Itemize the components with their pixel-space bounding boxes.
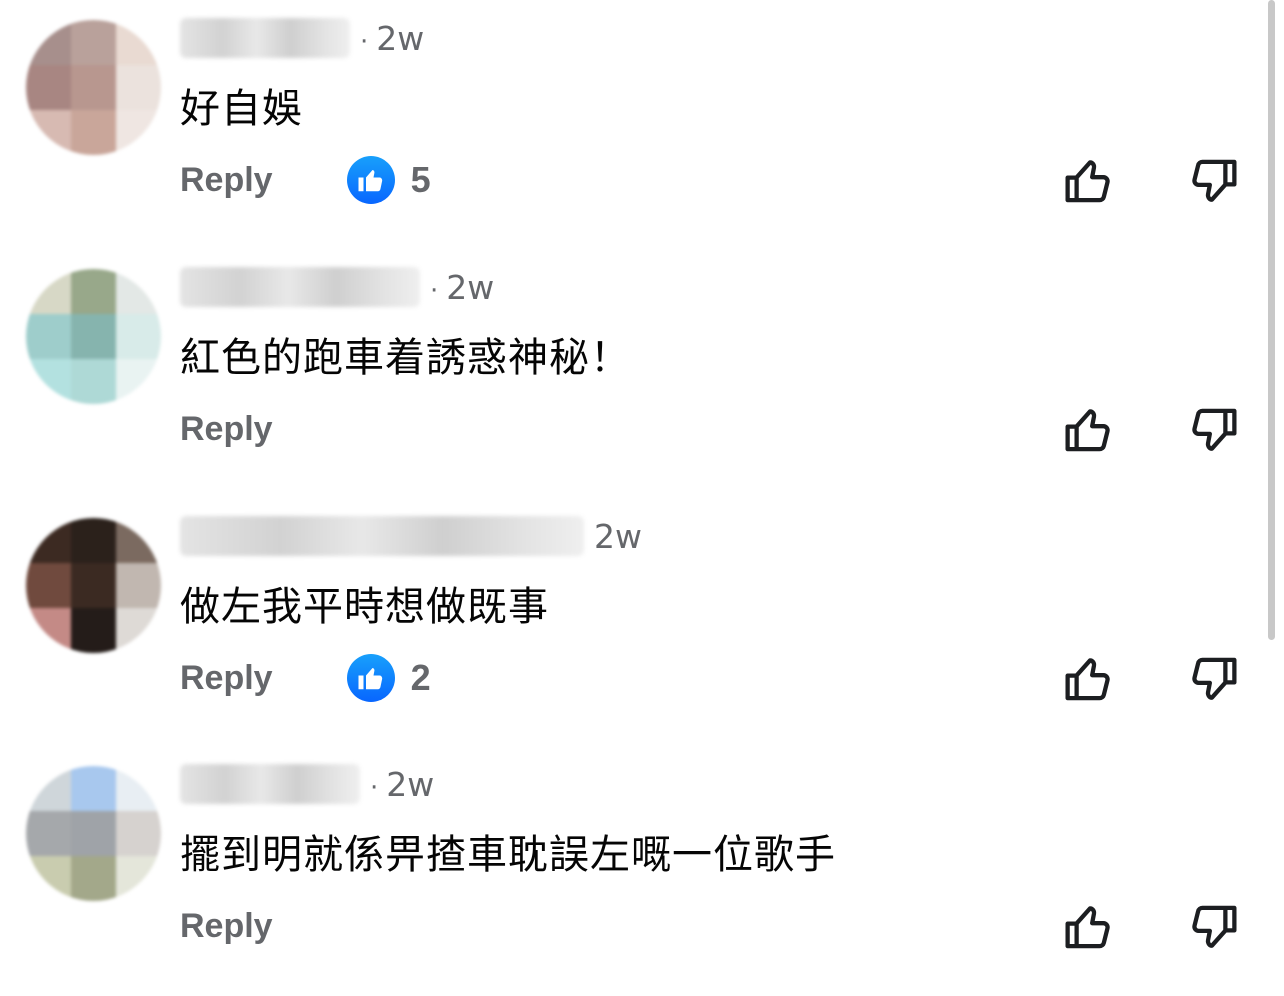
comment-actions: Reply 2 — [180, 648, 431, 708]
avatar-pixel — [26, 269, 71, 314]
reply-button[interactable]: Reply — [180, 907, 273, 946]
scrollbar[interactable] — [1268, 0, 1275, 640]
avatar-pixel — [116, 563, 161, 608]
avatar-pixel — [71, 608, 116, 653]
like-reaction-icon — [346, 654, 395, 702]
comment-header: · 2w — [180, 756, 434, 812]
avatar-pixel — [71, 20, 116, 65]
avatar-pixel — [71, 518, 116, 563]
avatar-pixel — [26, 766, 71, 811]
avatar[interactable] — [26, 518, 161, 653]
author-name-redacted[interactable] — [180, 267, 420, 307]
thumbs-up-icon[interactable] — [1062, 154, 1116, 208]
avatar[interactable] — [26, 269, 161, 404]
avatar-pixel — [26, 110, 71, 155]
comment-text: 做左我平時想做既事 — [180, 584, 549, 630]
avatar-pixel — [116, 110, 161, 155]
avatar[interactable] — [26, 766, 161, 901]
avatar-pixel — [116, 314, 161, 359]
timestamp[interactable]: · 2w — [370, 765, 434, 804]
author-name-redacted[interactable] — [180, 516, 584, 556]
avatar-pixel — [71, 811, 116, 856]
author-name-redacted[interactable] — [180, 764, 360, 804]
avatar-pixel — [71, 563, 116, 608]
thumbs-down-icon[interactable] — [1186, 900, 1240, 954]
comment-text: 擺到明就係畀揸車耽誤左嘅一位歌手 — [180, 832, 836, 878]
comment-header: · 2w — [180, 10, 424, 66]
thumbs-up-icon[interactable] — [1062, 403, 1116, 457]
avatar-pixel — [71, 359, 116, 404]
avatar-pixel — [26, 20, 71, 65]
reaction-count: 2 — [410, 657, 431, 698]
avatar-pixel — [116, 856, 161, 901]
reaction-summary[interactable]: 2 — [346, 654, 431, 702]
avatar-pixel — [116, 359, 161, 404]
thumbs-down-icon[interactable] — [1186, 652, 1240, 706]
avatar-pixel — [26, 359, 71, 404]
thumbs-up-icon[interactable] — [1062, 900, 1116, 954]
avatar-pixel — [26, 811, 71, 856]
like-reaction-icon — [346, 156, 395, 204]
reaction-summary[interactable]: 5 — [346, 156, 431, 204]
timestamp[interactable]: 2w — [594, 517, 642, 556]
thumbs-up-icon[interactable] — [1062, 652, 1116, 706]
reply-button[interactable]: Reply — [180, 659, 273, 698]
timestamp[interactable]: · 2w — [360, 19, 424, 58]
thumbs-down-icon[interactable] — [1186, 403, 1240, 457]
comment-text: 紅色的跑車着誘惑神秘！ — [180, 335, 631, 381]
comment-actions: Reply 5 — [180, 150, 431, 210]
comment-actions: Reply — [180, 896, 273, 956]
avatar-pixel — [116, 518, 161, 563]
avatar-pixel — [26, 518, 71, 563]
avatar-pixel — [26, 563, 71, 608]
comment-actions: Reply — [180, 399, 273, 459]
avatar-pixel — [116, 65, 161, 110]
avatar-pixel — [71, 766, 116, 811]
comment-item: · 2w 擺到明就係畀揸車耽誤左嘅一位歌手 Reply — [0, 756, 1260, 996]
author-name-redacted[interactable] — [180, 18, 350, 58]
avatar-pixel — [116, 20, 161, 65]
thumbs-down-icon[interactable] — [1186, 154, 1240, 208]
avatar-pixel — [26, 65, 71, 110]
avatar-pixel — [116, 269, 161, 314]
avatar-pixel — [71, 856, 116, 901]
avatar-pixel — [71, 314, 116, 359]
comment-header: · 2w — [180, 259, 494, 315]
comment-item: · 2w 好自娛 Reply 5 — [0, 10, 1260, 250]
avatar-pixel — [116, 608, 161, 653]
avatar-pixel — [71, 269, 116, 314]
avatar-pixel — [71, 110, 116, 155]
reply-button[interactable]: Reply — [180, 410, 273, 449]
comment-header: 2w — [180, 508, 642, 564]
reaction-count: 5 — [410, 159, 431, 200]
timestamp[interactable]: · 2w — [430, 268, 494, 307]
comment-item: 2w 做左我平時想做既事 Reply 2 — [0, 508, 1260, 748]
avatar-pixel — [71, 65, 116, 110]
avatar-pixel — [26, 608, 71, 653]
avatar-pixel — [116, 811, 161, 856]
reply-button[interactable]: Reply — [180, 161, 273, 200]
comment-item: · 2w 紅色的跑車着誘惑神秘！ Reply — [0, 259, 1260, 499]
comment-text: 好自娛 — [180, 86, 303, 132]
avatar-pixel — [26, 314, 71, 359]
avatar-pixel — [26, 856, 71, 901]
avatar[interactable] — [26, 20, 161, 155]
avatar-pixel — [116, 766, 161, 811]
